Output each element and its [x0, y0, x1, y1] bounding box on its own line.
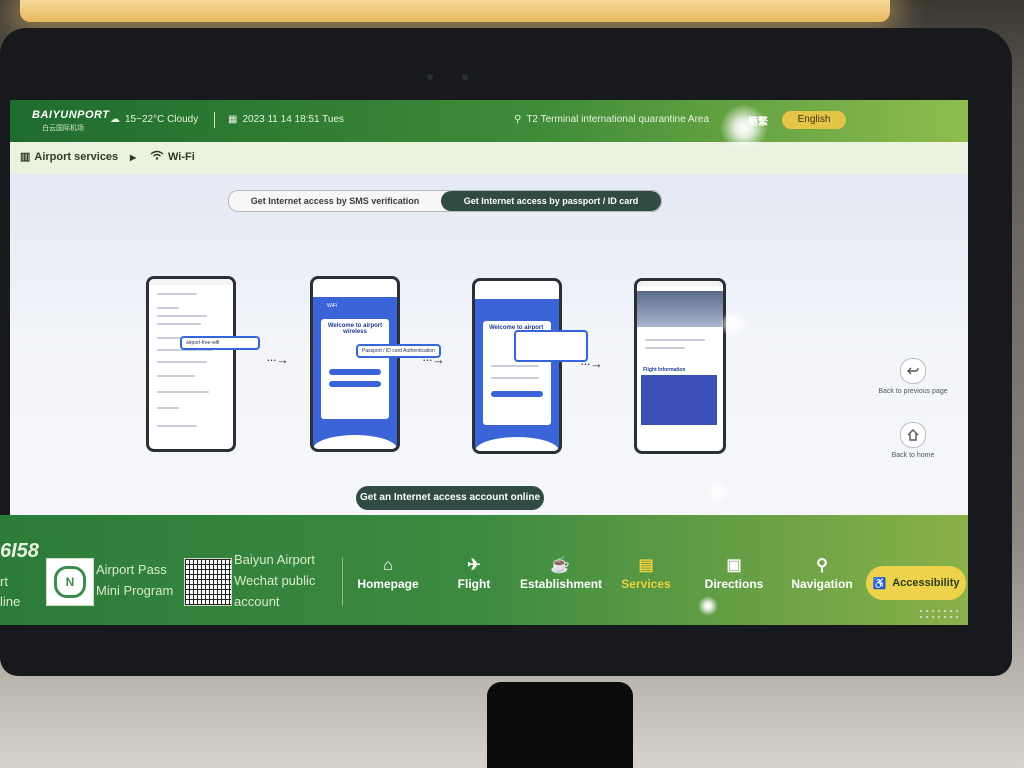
- nav-label: Establishment: [520, 577, 603, 591]
- tab-passport-id[interactable]: Get Internet access by passport / ID car…: [441, 191, 661, 211]
- location-info: ⚲ T2 Terminal international quarantine A…: [514, 114, 709, 125]
- logo-subtitle: 白云国际机场: [42, 125, 84, 132]
- step4-flight-table: [641, 375, 717, 425]
- language-button[interactable]: English: [782, 111, 846, 129]
- home-icon: [900, 422, 926, 448]
- bus-icon: ▣: [726, 557, 742, 574]
- location-pin-icon: ⚲: [514, 114, 522, 125]
- step-arrow: ···→: [422, 352, 445, 367]
- camera-dot: [462, 74, 468, 80]
- footer-divider: [342, 558, 343, 606]
- breadcrumb-separator: ▶: [130, 153, 137, 162]
- mini-program-qr: N: [46, 558, 94, 606]
- weather-info: ☁ 15~22°C Cloudy: [110, 114, 198, 125]
- step4-section: Flight Information: [643, 367, 686, 373]
- kiosk-top-light: [20, 0, 890, 22]
- wifi-icon: [150, 150, 164, 163]
- luggage-icon: ▤: [638, 557, 654, 574]
- code-fragment: 6I58: [0, 540, 39, 562]
- method-tabs: Get Internet access by SMS verification …: [228, 190, 662, 212]
- breadcrumb-current-label: Wi-Fi: [168, 150, 195, 163]
- building-icon: ▥: [20, 151, 31, 163]
- nav-establishment[interactable]: ☕ Establishment: [520, 555, 603, 591]
- map-pin-person-icon: ⚲: [816, 557, 828, 574]
- datetime-text: 2023 11 14 18:51 Tues: [242, 114, 345, 125]
- breadcrumb-section-label: Airport services: [34, 150, 119, 163]
- breadcrumb-wifi: Wi-Fi: [150, 150, 195, 163]
- camera-dot: [427, 74, 433, 80]
- nav-label: Services: [621, 577, 671, 591]
- step-arrow: ···→: [580, 356, 603, 371]
- step2-title: Welcome to airport wireless: [327, 323, 383, 335]
- tab-sms-verification[interactable]: Get Internet access by SMS verification: [229, 191, 441, 211]
- home-label: Back to home: [891, 452, 935, 459]
- decorative-dots: [918, 608, 960, 620]
- nav-services[interactable]: ▤ Services: [606, 555, 686, 591]
- nav-flight[interactable]: ✈ Flight: [434, 555, 514, 591]
- footer-left-fragment: line: [0, 594, 21, 609]
- step4-phone: Flight Information: [634, 278, 726, 454]
- step2-banner: WiFi: [327, 303, 337, 309]
- step4-hero-image: [637, 291, 723, 327]
- step1-phone: [146, 276, 236, 452]
- calendar-icon: ▦: [228, 114, 238, 125]
- back-label: Back to previous page: [878, 388, 948, 395]
- home-icon: ⌂: [383, 557, 393, 574]
- accessibility-button[interactable]: ♿ Accessibility: [866, 566, 966, 600]
- nav-label: Flight: [457, 577, 491, 591]
- wheelchair-icon: ♿: [872, 577, 887, 590]
- back-arrow-icon: [900, 358, 926, 384]
- nav-label: Directions: [704, 577, 764, 591]
- step1-wifi-callout: airport-free-wifi: [180, 336, 260, 350]
- step-arrow: ···→: [266, 352, 289, 367]
- airport-logo: BAIYUNPORT 白云国际机场: [32, 109, 110, 133]
- nav-directions[interactable]: ▣ Directions: [694, 555, 774, 591]
- nav-label: Homepage: [357, 577, 419, 591]
- step2-card: Welcome to airport wireless: [321, 319, 389, 419]
- wechat-label: Baiyun Airport Wechat public account: [234, 552, 316, 609]
- nav-label: Navigation: [791, 577, 853, 591]
- datetime-info: ▦ 2023 11 14 18:51 Tues: [228, 114, 344, 125]
- nav-homepage[interactable]: ⌂ Homepage: [348, 555, 428, 591]
- get-account-online-button[interactable]: Get an Internet access account online: [356, 486, 544, 510]
- back-button[interactable]: Back to previous page: [878, 358, 948, 396]
- step3-popup: [514, 330, 588, 362]
- accessibility-label: Accessibility: [892, 577, 960, 589]
- step2-phone: WiFi Welcome to airport wireless: [310, 276, 400, 452]
- coffee-cup-icon: ☕: [550, 557, 570, 574]
- mini-program-label: Airport Pass Mini Program: [96, 562, 174, 598]
- logo-text: BAIYUNPORT: [32, 109, 110, 121]
- kiosk-stand: [487, 682, 633, 768]
- traditional-chinese-toggle[interactable]: 簡繁: [748, 113, 768, 128]
- wechat-qr: [184, 558, 232, 606]
- plane-icon: ✈: [467, 557, 481, 574]
- home-side-button[interactable]: Back to home: [878, 422, 948, 460]
- top-header: BAIYUNPORT 白云国际机场 ☁ 15~22°C Cloudy ▦ 202…: [10, 100, 968, 142]
- breadcrumb-airport-services[interactable]: ▥ Airport services: [20, 150, 119, 164]
- cloud-icon: ☁: [110, 114, 120, 125]
- weather-text: 15~22°C Cloudy: [125, 114, 199, 125]
- footer-left-fragment: rt: [0, 574, 8, 589]
- header-divider: [214, 112, 215, 128]
- nav-navigation[interactable]: ⚲ Navigation: [782, 555, 862, 591]
- step3-phone: Welcome to airport: [472, 278, 562, 454]
- breadcrumb: ▥ Airport services ▶ Wi-Fi: [10, 142, 968, 174]
- location-text: T2 Terminal international quarantine Are…: [526, 114, 710, 125]
- mini-program-icon: N: [54, 566, 86, 598]
